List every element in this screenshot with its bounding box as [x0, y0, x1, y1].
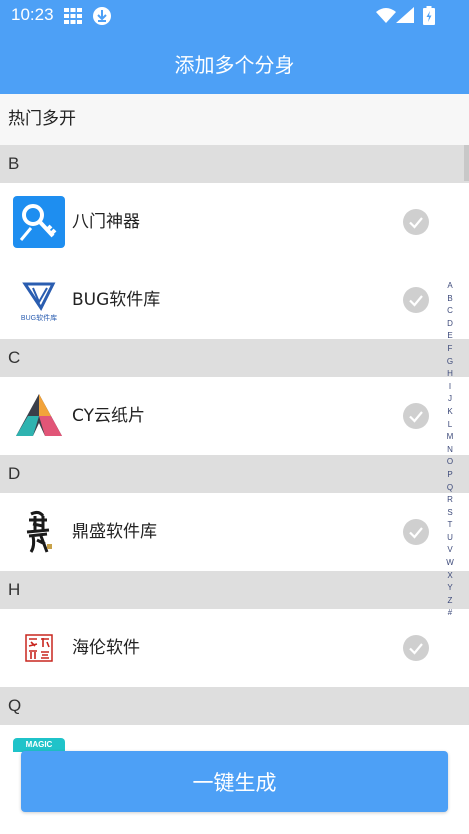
list-item[interactable]: BUG软件库 BUG软件库: [0, 261, 469, 339]
index-letter[interactable]: T: [448, 519, 453, 532]
bug-logo-icon: BUG软件库: [13, 274, 65, 326]
scrollbar[interactable]: [464, 145, 469, 181]
grid-notification-icon: [64, 8, 82, 24]
index-letter[interactable]: N: [447, 444, 453, 457]
svg-text:BUG软件库: BUG软件库: [21, 313, 57, 322]
index-letter[interactable]: K: [447, 406, 452, 419]
section-header-q: Q: [0, 687, 469, 725]
index-letter[interactable]: G: [447, 356, 453, 369]
section-letter: D: [8, 464, 21, 483]
app-name: 鼎盛软件库: [72, 522, 157, 542]
app-name: 八门神器: [72, 212, 140, 232]
index-letter[interactable]: O: [447, 456, 453, 469]
app-name: CY云纸片: [72, 406, 145, 426]
section-header-c: C: [0, 339, 469, 377]
hot-multi-open-label: 热门多开: [8, 109, 76, 129]
section-header-b: B: [0, 145, 469, 183]
page-title: 添加多个分身: [174, 52, 295, 77]
index-letter[interactable]: C: [447, 305, 453, 318]
battery-icon: [423, 6, 435, 25]
app-name: BUG软件库: [72, 290, 161, 310]
page-header: 添加多个分身: [0, 32, 469, 94]
list-item[interactable]: CY云纸片: [0, 377, 469, 455]
index-letter[interactable]: F: [448, 343, 453, 356]
section-letter: C: [8, 348, 21, 367]
signal-icon: [396, 7, 414, 23]
dingsheng-calligraphy-icon: [13, 506, 65, 558]
index-letter[interactable]: L: [448, 419, 452, 432]
magic-app-icon: MAGIC: [13, 738, 65, 752]
index-letter[interactable]: E: [447, 330, 452, 343]
index-letter[interactable]: M: [447, 431, 454, 444]
key-icon: [13, 196, 65, 248]
section-header-d: D: [0, 455, 469, 493]
index-letter[interactable]: J: [448, 393, 452, 406]
index-letter[interactable]: H: [447, 368, 453, 381]
status-time: 10:23: [11, 5, 54, 24]
magic-app-icon-text: MAGIC: [25, 740, 53, 749]
check-circle-icon[interactable]: [403, 287, 429, 313]
check-circle-icon[interactable]: [403, 635, 429, 661]
index-letter[interactable]: V: [447, 544, 452, 557]
list-item[interactable]: 鼎盛软件库: [0, 493, 469, 571]
index-letter[interactable]: Q: [447, 482, 453, 495]
status-bar: 10:23: [0, 0, 469, 32]
alphabet-index[interactable]: A B C D E F G H I J K L M N O P Q R S T U V W X Y Z #: [444, 280, 456, 620]
section-header-h: H: [0, 571, 469, 609]
app-name: 海伦软件: [72, 638, 140, 658]
check-circle-icon[interactable]: [403, 403, 429, 429]
index-letter[interactable]: X: [447, 570, 452, 583]
one-click-generate-button[interactable]: 一键生成: [21, 751, 448, 812]
index-letter[interactable]: D: [447, 318, 453, 331]
index-letter[interactable]: I: [449, 381, 451, 394]
index-letter[interactable]: Z: [448, 595, 453, 608]
hot-multi-open-row: 热门多开: [0, 94, 469, 145]
cy-triangle-icon: [16, 394, 62, 436]
index-letter[interactable]: W: [446, 557, 454, 570]
index-letter[interactable]: U: [447, 532, 453, 545]
index-letter[interactable]: Y: [447, 582, 452, 595]
hailun-seal-icon: [13, 622, 65, 674]
section-letter: Q: [8, 696, 22, 715]
section-letter: B: [8, 154, 20, 173]
section-letter: H: [8, 580, 21, 599]
index-letter[interactable]: R: [447, 494, 453, 507]
index-letter[interactable]: A: [447, 280, 452, 293]
wifi-icon: [376, 8, 396, 23]
index-letter[interactable]: B: [447, 293, 452, 306]
app-list: B 八门神器 BUG软件库 BUG软件库 C CY云纸片 D 鼎盛软件库 H 海…: [0, 145, 469, 725]
list-item[interactable]: 八门神器: [0, 183, 469, 261]
index-letter[interactable]: S: [447, 507, 452, 520]
check-circle-icon[interactable]: [403, 519, 429, 545]
index-letter[interactable]: P: [447, 469, 452, 482]
check-circle-icon[interactable]: [403, 209, 429, 235]
index-letter[interactable]: #: [448, 607, 452, 620]
download-icon: [93, 7, 111, 25]
list-item[interactable]: 海伦软件: [0, 609, 469, 687]
